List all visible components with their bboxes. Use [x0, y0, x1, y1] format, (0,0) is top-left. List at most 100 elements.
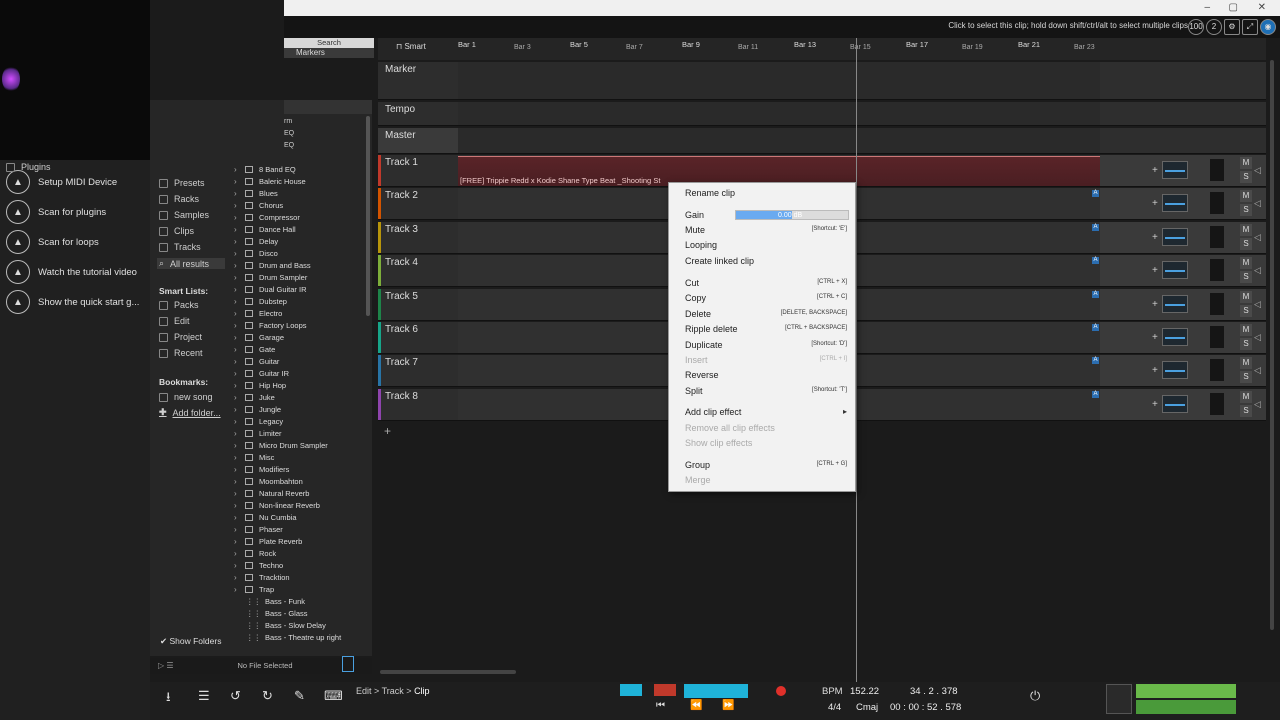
maximize-icon[interactable]: ▢ [1229, 2, 1238, 13]
menu-item[interactable]: Create linked clip [685, 256, 754, 266]
automation-icon[interactable]: A [1092, 190, 1099, 198]
category-clips[interactable]: Clips [159, 226, 194, 236]
automation-icon[interactable]: A [1092, 324, 1099, 331]
quick-action-scan-plugins[interactable]: ▲ Scan for plugins [6, 200, 106, 224]
folder-item[interactable]: › Delay [234, 237, 278, 246]
folder-item[interactable]: › Dance Hall [234, 225, 296, 234]
io-icon[interactable]: ◁ [1254, 365, 1261, 376]
track-name[interactable]: Track 1 [378, 155, 458, 186]
list-item[interactable]: EQ [284, 130, 294, 137]
mute-button[interactable]: M [1240, 223, 1252, 236]
close-icon[interactable]: ✕ [1258, 2, 1266, 13]
mute-button[interactable]: M [1240, 257, 1252, 270]
expand-icon[interactable]: › [234, 237, 242, 246]
gain-slider[interactable]: 0.00 dB [735, 210, 849, 220]
expand-icon[interactable]: › [234, 489, 242, 498]
folder-item[interactable]: › Hip Hop [234, 381, 286, 390]
category-presets[interactable]: Presets [159, 178, 205, 188]
count-indicator[interactable]: 2 [1206, 19, 1222, 35]
horizontal-scrollbar[interactable] [380, 670, 516, 674]
add-plugin-icon[interactable]: + [1152, 365, 1158, 376]
add-plugin-icon[interactable]: + [1152, 399, 1158, 410]
solo-button[interactable]: S [1240, 404, 1252, 417]
automation-icon[interactable]: A [1092, 390, 1099, 398]
folder-item[interactable]: › Factory Loops [234, 321, 307, 330]
wrench-icon[interactable]: ✎ [294, 688, 305, 704]
rewind-start-icon[interactable]: ⏮ [656, 700, 665, 711]
bpm-value[interactable]: 152.22 [850, 686, 879, 697]
smart-list-edit[interactable]: Edit [159, 316, 190, 326]
expand-icon[interactable]: › [234, 225, 242, 234]
smart-list-project[interactable]: Project [159, 332, 202, 342]
menu-icon[interactable]: ☰ [198, 688, 210, 704]
track-name[interactable]: Track 3 [378, 221, 458, 253]
menu-item[interactable]: Duplicate [685, 340, 723, 350]
loop-button[interactable] [620, 684, 642, 696]
folder-item[interactable]: › Moombahton [234, 477, 303, 486]
folder-item[interactable]: › Misc [234, 453, 274, 462]
position-value[interactable]: 34 . 2 . 378 [910, 686, 958, 697]
expand-icon[interactable]: › [234, 249, 242, 258]
minimize-icon[interactable]: – [1204, 2, 1210, 13]
mute-button[interactable]: M [1240, 157, 1252, 169]
expand-icon[interactable]: › [234, 309, 242, 318]
expand-icon[interactable]: › [234, 537, 242, 546]
rewind-icon[interactable]: ⏪ [690, 700, 702, 711]
category-all-results[interactable]: ⌕ All results [157, 258, 225, 269]
menu-rename-clip[interactable]: Rename clip [685, 188, 735, 198]
io-icon[interactable]: ◁ [1254, 232, 1261, 243]
mute-button[interactable]: M [1240, 290, 1252, 303]
folder-item[interactable]: › Micro Drum Sampler [234, 441, 328, 450]
folder-item[interactable]: › Garage [234, 333, 284, 342]
add-plugin-icon[interactable]: + [1152, 332, 1158, 343]
expand-icon[interactable]: › [234, 261, 242, 270]
preset-item[interactable]: ⋮⋮ Bass - Theatre up right [246, 633, 341, 642]
breadcrumb-edit[interactable]: Edit [356, 686, 372, 696]
expand-icon[interactable]: › [234, 453, 242, 462]
folder-item[interactable]: › Phaser [234, 525, 283, 534]
folder-item[interactable]: › Natural Reverb [234, 489, 309, 498]
plug-icon[interactable]: ⏻ [1030, 688, 1040, 704]
category-plugins[interactable]: Plugins [6, 162, 51, 172]
time-signature[interactable]: 4/4 [828, 702, 841, 713]
category-samples[interactable]: Samples [159, 210, 209, 220]
folder-item[interactable]: › Legacy [234, 417, 283, 426]
folder-item[interactable]: › Gate [234, 345, 275, 354]
add-folder-link[interactable]: ✚ Add folder... [159, 407, 221, 418]
preset-item[interactable]: ⋮⋮ Bass - Funk [246, 597, 305, 606]
solo-button[interactable]: S [1240, 371, 1252, 384]
solo-button[interactable]: S [1240, 171, 1252, 183]
menu-item[interactable]: Add clip effect [685, 407, 741, 417]
menu-item[interactable]: Looping [685, 240, 717, 250]
expand-icon[interactable]: › [234, 285, 242, 294]
menu-item[interactable]: Delete [685, 309, 711, 319]
expand-icon[interactable]: › [234, 345, 242, 354]
expand-icon[interactable]: › [234, 189, 242, 198]
track-name[interactable]: Track 6 [378, 322, 458, 353]
folder-item[interactable]: › Chorus [234, 201, 283, 210]
menu-item[interactable]: Ripple delete [685, 324, 738, 334]
folder-item[interactable]: › Tracktion [234, 573, 290, 582]
volume-fader[interactable] [1162, 294, 1188, 313]
io-icon[interactable]: ◁ [1254, 265, 1261, 276]
automation-icon[interactable]: A [1092, 257, 1099, 265]
expand-icon[interactable]: › [234, 381, 242, 390]
folder-item[interactable]: › Electro [234, 309, 282, 318]
menu-item[interactable]: Copy [685, 293, 706, 303]
show-folders-toggle[interactable]: ✔ Show Folders [160, 636, 221, 647]
quick-action-setup-midi[interactable]: ▲ Setup MIDI Device [6, 170, 117, 194]
add-plugin-icon[interactable]: + [1152, 165, 1158, 176]
folder-item[interactable]: › Nu Cumbia [234, 513, 297, 522]
expand-icon[interactable]: › [234, 405, 242, 414]
settings-icon[interactable]: ⚙ [1224, 19, 1240, 35]
vertical-scrollbar[interactable] [1270, 60, 1274, 630]
folder-item[interactable]: › Trap [234, 585, 274, 594]
quick-action-scan-loops[interactable]: ▲ Scan for loops [6, 230, 99, 254]
io-icon[interactable]: ◁ [1254, 332, 1261, 343]
menu-item[interactable]: Reverse [685, 370, 719, 380]
mute-button[interactable]: M [1240, 357, 1252, 370]
folder-item[interactable]: › Baleric House [234, 177, 306, 186]
menu-item[interactable]: Mute [685, 225, 705, 235]
mute-button[interactable]: M [1240, 390, 1252, 403]
folder-item[interactable]: › Drum and Bass [234, 261, 311, 270]
